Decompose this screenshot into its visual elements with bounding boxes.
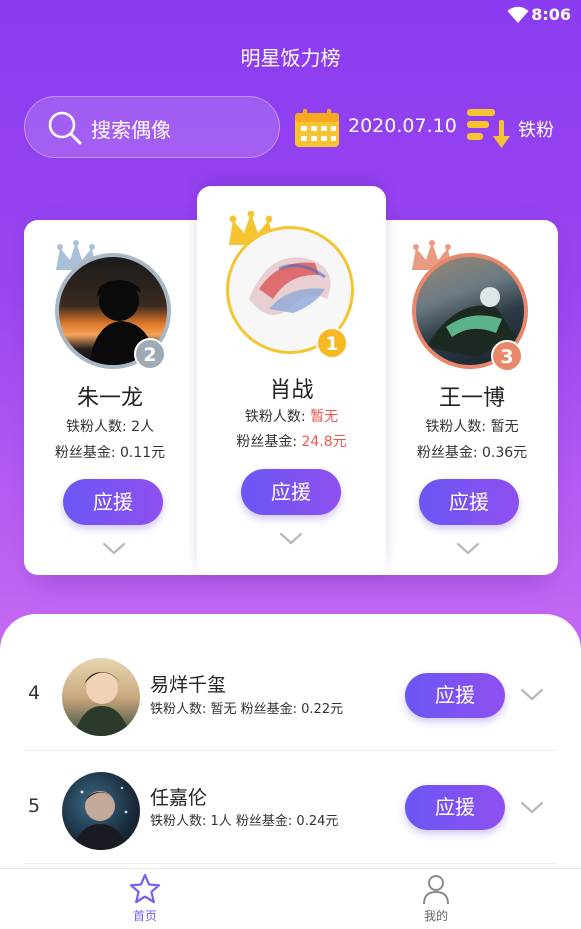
cheer-button[interactable]: 应援 — [241, 469, 341, 515]
fund-amount: 粉丝基金: 24.8元 — [197, 431, 386, 451]
ranking-list: 4 易烊千玺 铁粉人数: 暂无 粉丝基金: 0.22元 应援 5 任嘉伦 铁粉人… — [0, 614, 581, 874]
chevron-down-icon[interactable] — [279, 532, 303, 546]
fans-count: 铁粉人数: 暂无 — [386, 416, 558, 436]
status-bar: 8:06 — [0, 0, 581, 32]
nav-home-label: 首页 — [132, 909, 157, 923]
cheer-button[interactable]: 应援 — [63, 479, 163, 525]
fund-label: 粉丝基金: — [54, 445, 116, 461]
avatar[interactable] — [62, 658, 140, 736]
fans-value: 暂无 — [490, 419, 519, 435]
podium-card-rank-2: 2 朱一龙 铁粉人数: 2人 粉丝基金: 0.11元 应援 — [24, 220, 196, 575]
row-stats: 铁粉人数: 1人 粉丝基金: 0.24元 — [150, 814, 339, 829]
wifi-icon — [507, 6, 529, 23]
fans-value: 暂无 — [310, 409, 339, 425]
chevron-down-icon[interactable] — [520, 688, 544, 702]
star-name: 王一博 — [438, 386, 505, 411]
podium-card-rank-1: 1 肖战 铁粉人数: 暂无 粉丝基金: 24.8元 应援 — [197, 186, 386, 575]
fund-amount: 粉丝基金: 0.36元 — [386, 442, 558, 462]
list-item[interactable]: 5 任嘉伦 铁粉人数: 1人 粉丝基金: 0.24元 应援 — [24, 751, 557, 864]
row-rank: 5 — [28, 795, 41, 817]
status-time: 8:06 — [531, 5, 571, 24]
fund-label: 粉丝基金: — [236, 434, 298, 450]
fund-amount: 粉丝基金: 0.11元 — [24, 442, 196, 462]
rank-badge: 1 — [316, 327, 348, 359]
sort-label[interactable]: 铁粉 — [518, 116, 554, 142]
fans-count: 铁粉人数: 暂无 — [197, 406, 386, 426]
star-name: 易烊千玺 — [150, 674, 227, 696]
star-icon — [129, 873, 161, 904]
fans-label: 铁粉人数: — [244, 409, 306, 425]
fund-value: 0.11元 — [120, 445, 166, 461]
nav-mine[interactable]: 我的 — [406, 873, 466, 929]
search-placeholder: 搜索偶像 — [91, 118, 171, 142]
row-rank: 4 — [28, 682, 41, 704]
row-stats: 铁粉人数: 暂无 粉丝基金: 0.22元 — [150, 702, 344, 717]
cheer-button[interactable]: 应援 — [405, 673, 505, 718]
avatar[interactable] — [62, 772, 140, 850]
fans-count: 铁粉人数: 2人 — [24, 416, 196, 436]
user-icon — [423, 875, 449, 905]
chevron-down-icon[interactable] — [520, 801, 544, 815]
star-name: 任嘉伦 — [150, 787, 208, 809]
nav-mine-label: 我的 — [423, 909, 448, 923]
page-title: 明星饭力榜 — [240, 46, 341, 70]
fund-label: 粉丝基金: — [416, 445, 478, 461]
fans-label: 铁粉人数: — [65, 419, 127, 435]
search-input[interactable]: 搜索偶像 — [24, 96, 280, 158]
fans-value: 2人 — [131, 419, 155, 435]
search-icon — [48, 111, 82, 145]
star-name: 朱一龙 — [76, 386, 143, 411]
chevron-down-icon[interactable] — [456, 542, 480, 556]
date-selector[interactable]: 2020.07.10 — [348, 115, 457, 137]
cheer-button[interactable]: 应援 — [405, 785, 505, 830]
chevron-down-icon[interactable] — [102, 542, 126, 556]
sort-icon[interactable] — [465, 106, 511, 150]
bottom-nav: 首页 我的 — [0, 868, 581, 929]
podium-card-rank-3: 3 王一博 铁粉人数: 暂无 粉丝基金: 0.36元 应援 — [386, 220, 558, 575]
nav-home[interactable]: 首页 — [115, 873, 175, 929]
rank-badge: 3 — [491, 340, 523, 372]
calendar-icon[interactable] — [294, 108, 340, 148]
fund-value: 24.8元 — [301, 434, 347, 450]
star-name: 肖战 — [269, 378, 314, 403]
cheer-button[interactable]: 应援 — [419, 479, 519, 525]
fans-label: 铁粉人数: — [425, 419, 487, 435]
rank-badge: 2 — [134, 338, 166, 370]
fund-value: 0.36元 — [482, 445, 528, 461]
list-item[interactable]: 4 易烊千玺 铁粉人数: 暂无 粉丝基金: 0.22元 应援 — [24, 638, 557, 751]
